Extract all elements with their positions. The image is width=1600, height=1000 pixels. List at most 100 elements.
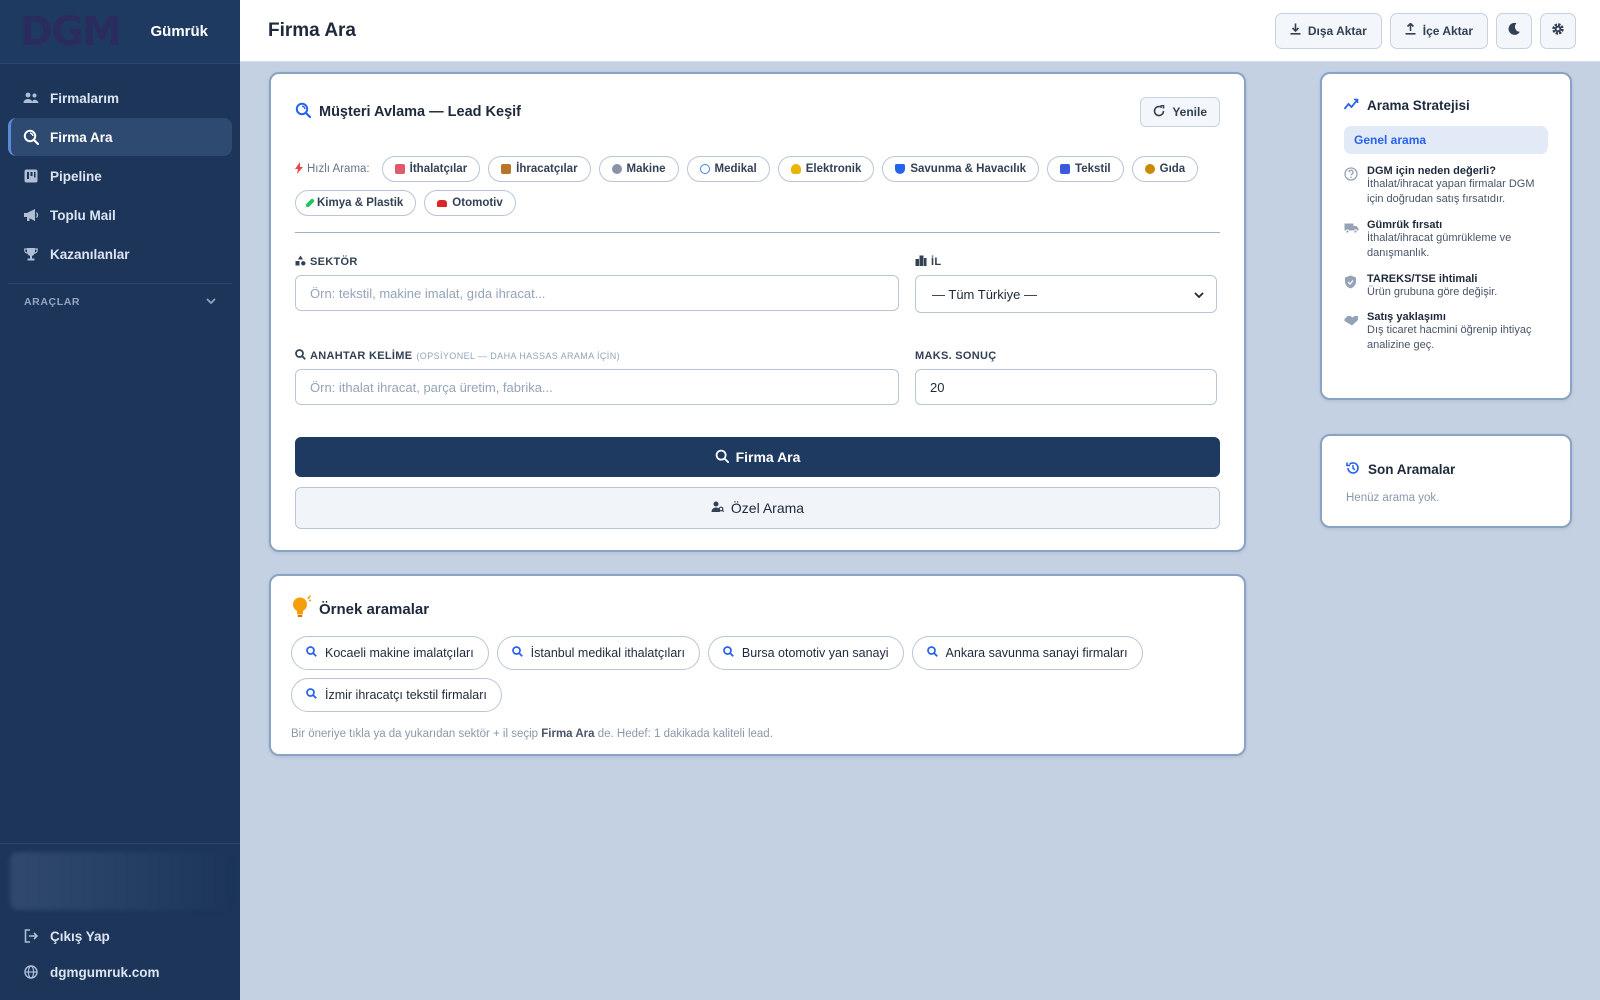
user-profile[interactable] <box>10 852 230 910</box>
settings-button[interactable] <box>1540 12 1576 49</box>
car-icon <box>437 199 448 207</box>
search-radar-icon <box>22 128 40 146</box>
sidebar-bottom: Çıkış Yap dgmgumruk.com <box>0 843 240 1000</box>
tip-title: DGM için neden değerli? <box>1367 165 1496 177</box>
quick-chip-makine[interactable]: Makine <box>598 156 679 182</box>
sidebar: DGM Gümrük Firmalarım Firma Ara Pipeline <box>0 0 240 1000</box>
keyword-label-text: ANAHTAR KELİME <box>310 350 413 362</box>
search-radar-icon <box>715 449 729 466</box>
example-chip[interactable]: İstanbul medikal ithalatçıları <box>496 636 700 670</box>
search-icon <box>306 646 317 660</box>
chip-label: Elektronik <box>805 163 862 175</box>
ozel-arama-button[interactable]: Özel Arama <box>295 487 1220 529</box>
city-field-group: İL — Tüm Türkiye — <box>915 253 1217 313</box>
top-header: Firma Ara Dışa Aktar İçe Aktar <box>240 0 1600 62</box>
quick-chip-gida[interactable]: Gıda <box>1131 156 1199 182</box>
tip-content: DGM için neden değerli? İthalat/ihracat … <box>1367 165 1548 208</box>
export-button[interactable]: Dışa Aktar <box>1274 12 1382 49</box>
quick-chip-savunma[interactable]: Savunma & Havacılık <box>882 156 1040 182</box>
question-icon <box>1344 167 1358 181</box>
tip-body: İthalat/ihracat gümrükleme ve danışmanlı… <box>1367 231 1512 260</box>
sidebar-item-firma-ara[interactable]: Firma Ara <box>8 118 232 156</box>
sector-input[interactable]: Örn: tekstil, makine imalat, gıda ihraca… <box>295 275 899 311</box>
city-selected-value: — Tüm Türkiye — <box>932 286 1037 302</box>
chip-label: Makine <box>626 163 666 175</box>
example-chip-label: İstanbul medikal ithalatçıları <box>530 646 685 660</box>
example-chip[interactable]: Kocaeli makine imalatçıları <box>291 636 489 670</box>
sidebar-item-pipeline[interactable]: Pipeline <box>8 157 232 195</box>
firma-ara-button[interactable]: Firma Ara <box>295 437 1220 477</box>
max-results-label: MAKS. SONUÇ <box>915 350 997 362</box>
hint-pre: Bir öneriye tıkla ya da yukarıdan sektör… <box>291 728 539 740</box>
sidebar-section-araclar[interactable]: ARAÇLAR <box>8 284 232 320</box>
keyword-input[interactable]: Örn: ithalat ihracat, parça üretim, fabr… <box>295 369 899 405</box>
examples-hint: Bir öneriye tıkla ya da yukarıdan sektör… <box>291 728 1224 740</box>
shapes-icon <box>295 255 306 269</box>
strategy-title-text: Arama Stratejisi <box>1367 97 1470 113</box>
example-searches-card: Örnek aramalar Kocaeli makine imalatçıla… <box>269 574 1246 756</box>
sidebar-item-kazanilanlar[interactable]: Kazanılanlar <box>8 235 232 273</box>
quick-search: Hızlı Arama: İthalatçılar İhracatçılar M… <box>295 156 1220 216</box>
strategy-tip: TAREKS/TSE ihtimali Ürün grubuna göre de… <box>1344 273 1548 300</box>
sidebar-item-firmalarim[interactable]: Firmalarım <box>8 79 232 117</box>
example-chip-label: Bursa otomotiv yan sanayi <box>741 646 889 660</box>
strategy-mode-pill[interactable]: Genel arama <box>1344 126 1548 154</box>
gear-icon <box>1551 22 1565 39</box>
handshake-icon <box>1344 313 1358 327</box>
quick-chip-ithalatcilar[interactable]: İthalatçılar <box>381 156 481 182</box>
sector-label: SEKTÖR <box>295 253 899 271</box>
quick-chip-otomotiv[interactable]: Otomotiv <box>424 190 516 216</box>
sidebar-item-label: Firma Ara <box>50 129 113 145</box>
brand[interactable]: DGM Gümrük <box>0 0 240 64</box>
ozel-arama-label: Özel Arama <box>730 500 805 516</box>
history-icon <box>1346 461 1360 478</box>
refresh-button[interactable]: Yenile <box>1140 97 1220 127</box>
example-chip[interactable]: İzmir ihracatçı tekstil firmaları <box>291 678 502 712</box>
dark-mode-toggle[interactable] <box>1496 12 1532 49</box>
test-tube-icon <box>305 198 315 208</box>
logout-icon <box>22 927 40 945</box>
website-link[interactable]: dgmgumruk.com <box>0 954 240 990</box>
example-chip[interactable]: Ankara savunma sanayi firmaları <box>911 636 1143 670</box>
sidebar-item-toplu-mail[interactable]: Toplu Mail <box>8 196 232 234</box>
sidebar-item-label: Pipeline <box>50 168 102 184</box>
header-actions: Dışa Aktar İçe Aktar <box>1274 12 1576 49</box>
strategy-tip: Satış yaklaşımı Dış ticaret hacmini öğre… <box>1344 311 1548 354</box>
examples-title: Örnek aramalar <box>319 600 430 618</box>
recent-title-text: Son Aramalar <box>1368 461 1456 477</box>
quick-chip-tekstil[interactable]: Tekstil <box>1047 156 1124 182</box>
recent-empty-state: Henüz arama yok. <box>1346 492 1440 504</box>
sector-label-text: SEKTÖR <box>310 256 358 268</box>
city-select[interactable]: — Tüm Türkiye — <box>915 275 1217 313</box>
sector-field-group: SEKTÖR Örn: tekstil, makine imalat, gıda… <box>295 253 899 313</box>
max-results-input[interactable]: 20 <box>915 369 1217 405</box>
max-results-value: 20 <box>930 379 945 395</box>
recent-searches-card: Son Aramalar Henüz arama yok. <box>1320 434 1572 528</box>
hint-post: de. Hedef: 1 dakikada kaliteli lead. <box>597 728 773 740</box>
keyword-placeholder: Örn: ithalat ihracat, parça üretim, fabr… <box>310 379 553 395</box>
example-chip[interactable]: Bursa otomotiv yan sanayi <box>707 636 904 670</box>
export-label: Dışa Aktar <box>1307 23 1367 38</box>
keyword-label-sub: (OPSİYONEL — DAHA HASSAS ARAMA İÇİN) <box>416 351 621 361</box>
form-row-2: ANAHTAR KELİME (OPSİYONEL — DAHA HASSAS … <box>295 347 1220 405</box>
bolt-icon <box>295 161 303 177</box>
example-chip-label: Ankara savunma sanayi firmaları <box>945 646 1128 660</box>
quick-chip-medikal[interactable]: Medikal <box>686 156 770 182</box>
quick-chip-kimya[interactable]: Kimya & Plastik <box>295 190 417 216</box>
chip-label: Tekstil <box>1075 163 1111 175</box>
import-button[interactable]: İçe Aktar <box>1389 12 1488 49</box>
logout-button[interactable]: Çıkış Yap <box>0 918 240 954</box>
quick-chip-ihracatcilar[interactable]: İhracatçılar <box>488 156 591 182</box>
tip-content: TAREKS/TSE ihtimali Ürün grubuna göre de… <box>1367 273 1497 300</box>
quick-chip-elektronik[interactable]: Elektronik <box>777 156 875 182</box>
example-chip-label: İzmir ihracatçı tekstil firmaları <box>325 688 487 702</box>
chip-label: İhracatçılar <box>516 163 578 175</box>
kanban-icon <box>22 167 40 185</box>
chip-label: Savunma & Havacılık <box>910 163 1027 175</box>
shirt-icon <box>1060 164 1071 174</box>
page-title: Firma Ara <box>268 19 356 41</box>
sidebar-item-label: Firmalarım <box>50 90 120 106</box>
upload-icon <box>1405 22 1416 38</box>
truck-icon <box>1344 221 1359 235</box>
globe-icon <box>22 963 40 981</box>
